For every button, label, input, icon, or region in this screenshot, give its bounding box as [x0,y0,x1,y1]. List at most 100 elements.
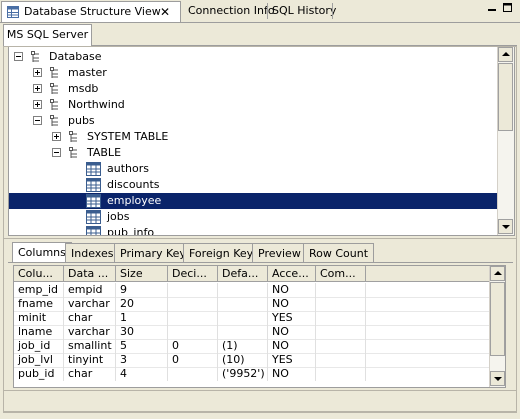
table-cell: (10) [218,353,268,367]
close-icon[interactable]: ✕ [160,2,170,22]
collapse-icon[interactable] [14,52,23,61]
table-cell [218,311,268,325]
tree-item-label: pub_info [107,226,155,236]
tab-underline [8,262,513,263]
tree-item-label: pubs [68,114,95,127]
database-icon [7,6,19,18]
table-cell: char [64,311,116,325]
table-cell: 4 [116,367,168,381]
table-cell: 9 [116,283,168,297]
tab-row-count[interactable]: Row Count [303,243,375,263]
expand-icon[interactable] [52,132,61,141]
scroll-down-button[interactable] [490,371,505,386]
tree-icon [50,83,58,94]
table-icon [86,162,101,176]
tree-item-label: employee [106,193,163,209]
tab-indexes[interactable]: Indexes [65,243,120,263]
tab-label: Preview [258,247,301,260]
table-cell: (1) [218,339,268,353]
table-cell: NO [268,283,316,297]
tree-scrollbar[interactable] [497,47,514,235]
table-icon [86,178,101,192]
tab-label: Columns [18,246,66,259]
table-cell [168,297,218,311]
database-tree[interactable]: Database master msdb Northwind pubs SYST… [8,46,515,236]
tab-preview[interactable]: Preview [252,243,307,263]
tab-primary-key[interactable]: Primary Key [114,243,192,263]
tree-item-label: TABLE [87,146,122,159]
tree-icon [31,51,39,62]
table-cell [316,325,366,339]
table-cell [316,367,366,381]
table-cell: YES [268,353,316,367]
table-cell: smallint [64,339,116,353]
collapse-icon[interactable] [33,116,42,125]
expand-icon[interactable] [33,100,42,109]
column-header-comment[interactable]: Com... [316,266,366,282]
tree-item-employee[interactable]: employee [9,193,498,209]
tree-item-label: authors [107,162,149,175]
table-cell [218,297,268,311]
table-cell: 30 [116,325,168,339]
table-cell: char [64,367,116,381]
table-cell [316,283,366,297]
tab-sql-history[interactable]: SQL History [268,1,340,21]
table-cell [218,325,268,339]
scroll-up-button[interactable] [498,47,513,62]
expand-icon[interactable] [33,68,42,77]
table-cell: tinyint [64,353,116,367]
table-cell [168,367,218,381]
table-cell: NO [268,367,316,381]
table-scrollbar[interactable] [489,266,505,387]
tree-icon [50,99,58,110]
scroll-thumb[interactable] [498,63,513,131]
splitter[interactable] [3,238,517,239]
column-header-name[interactable]: Colu... [14,266,64,282]
column-header-default[interactable]: Defa... [218,266,268,282]
column-header-size[interactable]: Size [116,266,168,282]
table-cell: fname [14,297,64,311]
column-header-data-type[interactable]: Data ... [64,266,116,282]
tab-ms-sql-server[interactable]: MS SQL Server [3,24,92,46]
column-header-filler [366,266,490,282]
tab-label: Indexes [71,247,114,260]
tree-item-label: SYSTEM TABLE [87,130,169,143]
table-cell [168,311,218,325]
tab-label: Connection Info [188,4,275,17]
table-cell [218,283,268,297]
table-cell: NO [268,339,316,353]
table-cell: job_id [14,339,64,353]
column-header-decimal[interactable]: Deci... [168,266,218,282]
tab-label: Row Count [309,247,369,260]
table-cell: NO [268,325,316,339]
table-cell: job_lvl [14,353,64,367]
tab-label: Database Structure View [24,5,161,18]
tab-connection-info[interactable]: Connection Info [184,1,279,21]
table-cell [316,311,366,325]
tab-label: Foreign Key [189,247,254,260]
table-cell: varchar [64,325,116,339]
tree-item-label: discounts [107,178,160,191]
minimize-icon[interactable] [487,2,498,13]
tree-item-label: Database [49,50,102,63]
tab-columns[interactable]: Columns [12,242,72,263]
column-header-accept-null[interactable]: Acce... [268,266,316,282]
table-cell [168,325,218,339]
scroll-thumb[interactable] [490,282,505,356]
columns-table[interactable]: Colu... Data ... Size Deci... Defa... Ac… [13,265,506,388]
table-cell: NO [268,297,316,311]
table-cell [316,297,366,311]
maximize-icon[interactable] [502,2,513,13]
table-cell: 0 [168,339,218,353]
table-cell: 5 [116,339,168,353]
tab-foreign-key[interactable]: Foreign Key [183,243,260,263]
table-cell: varchar [64,297,116,311]
scroll-up-button[interactable] [490,266,505,281]
table-cell: ('9952') [218,367,268,381]
table-cell: empid [64,283,116,297]
collapse-icon[interactable] [52,148,61,157]
expand-icon[interactable] [33,84,42,93]
scroll-down-button[interactable] [498,219,513,234]
tree-icon [50,115,58,126]
tab-database-structure-view[interactable]: Database Structure View ✕ [1,1,181,22]
